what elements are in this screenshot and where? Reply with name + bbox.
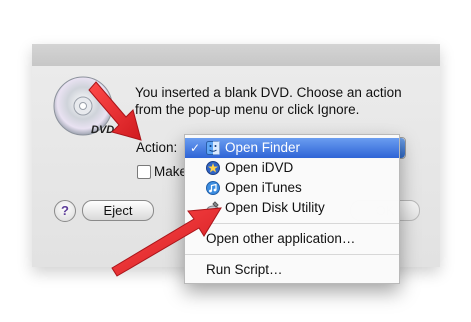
menu-item-open-idvd[interactable]: Open iDVD [185,158,399,178]
finder-icon [206,141,220,155]
disk-utility-icon [206,201,220,215]
menu-item-open-other-application[interactable]: Open other application… [185,229,399,249]
menu-item-label: Open iDVD [225,160,294,175]
dialog-message: You inserted a blank DVD. Choose an acti… [135,85,402,117]
menu-item-label: Open Disk Utility [225,200,325,215]
menu-item-open-itunes[interactable]: Open iTunes [185,178,399,198]
dialog-titlebar [32,44,440,66]
help-button[interactable]: ? [54,200,76,222]
idvd-icon [206,161,220,175]
action-popup-menu: ✓ Open Finder Open iDVD Open iTunes Open… [184,134,400,284]
dvd-logo-text: DVD [91,124,114,136]
make-default-checkbox[interactable] [137,165,151,179]
checkbox-label: Make [154,164,188,179]
dvd-disc-icon: DVD [53,76,114,136]
menu-item-label: Open iTunes [225,180,302,195]
menu-separator [185,254,399,255]
menu-item-open-disk-utility[interactable]: Open Disk Utility [185,198,399,218]
eject-button[interactable]: Eject [82,200,154,221]
itunes-icon [206,181,220,195]
menu-item-label: Open other application… [206,231,356,246]
menu-item-open-finder[interactable]: ✓ Open Finder [185,138,399,158]
menu-item-label: Run Script… [206,262,283,277]
action-label: Action: [136,140,178,155]
menu-item-run-script[interactable]: Run Script… [185,260,399,280]
menu-item-label: Open Finder [225,140,301,155]
menu-separator [185,223,399,224]
checkmark-icon: ✓ [190,141,201,155]
